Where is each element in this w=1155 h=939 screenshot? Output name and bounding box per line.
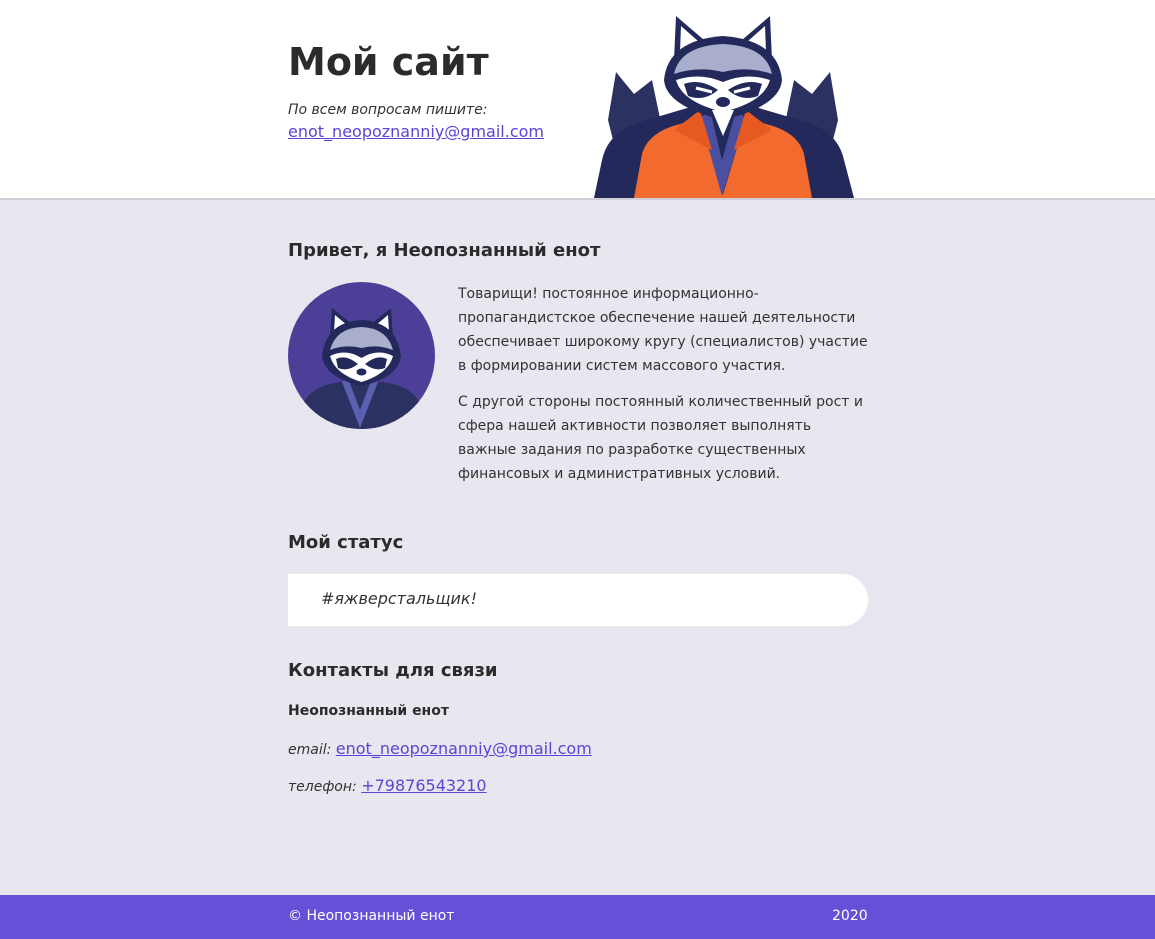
contact-email-link[interactable]: enot_neopoznanniy@gmail.com [336,739,592,758]
about-paragraph: Товарищи! постоянное информационно-пропа… [458,286,868,374]
about-text: Товарищи! постоянное информационно-пропа… [458,282,870,498]
phone-label: телефон: [288,779,357,795]
email-label: email: [288,742,332,758]
contact-name: Неопознанный енот [288,703,449,719]
contact-phone-link[interactable]: +79876543210 [361,776,486,795]
contact-phone-row: телефон: +79876543210 [288,776,487,795]
about-heading: Привет, я Неопознанный енот [288,240,601,261]
contact-email-row: email: enot_neopoznanniy@gmail.com [288,739,592,758]
status-heading: Мой статус [288,532,404,553]
avatar [288,282,435,429]
site-footer: © Неопознанный енот 2020 [0,895,1155,939]
footer-year: 2020 [832,908,868,924]
footer-copyright: © Неопознанный енот [288,908,455,924]
site-title: Мой сайт [288,40,489,84]
about-paragraph: С другой стороны постоянный количественн… [458,394,863,482]
contacts-heading: Контакты для связи [288,660,498,681]
raccoon-illustration [594,16,854,198]
site-header: Мой сайт По всем вопросам пишите: enot_n… [0,0,1155,200]
status-box: #яжверстальщик! [288,574,868,626]
header-email-link[interactable]: enot_neopoznanniy@gmail.com [288,122,544,141]
header-note: По всем вопросам пишите: [288,102,488,118]
